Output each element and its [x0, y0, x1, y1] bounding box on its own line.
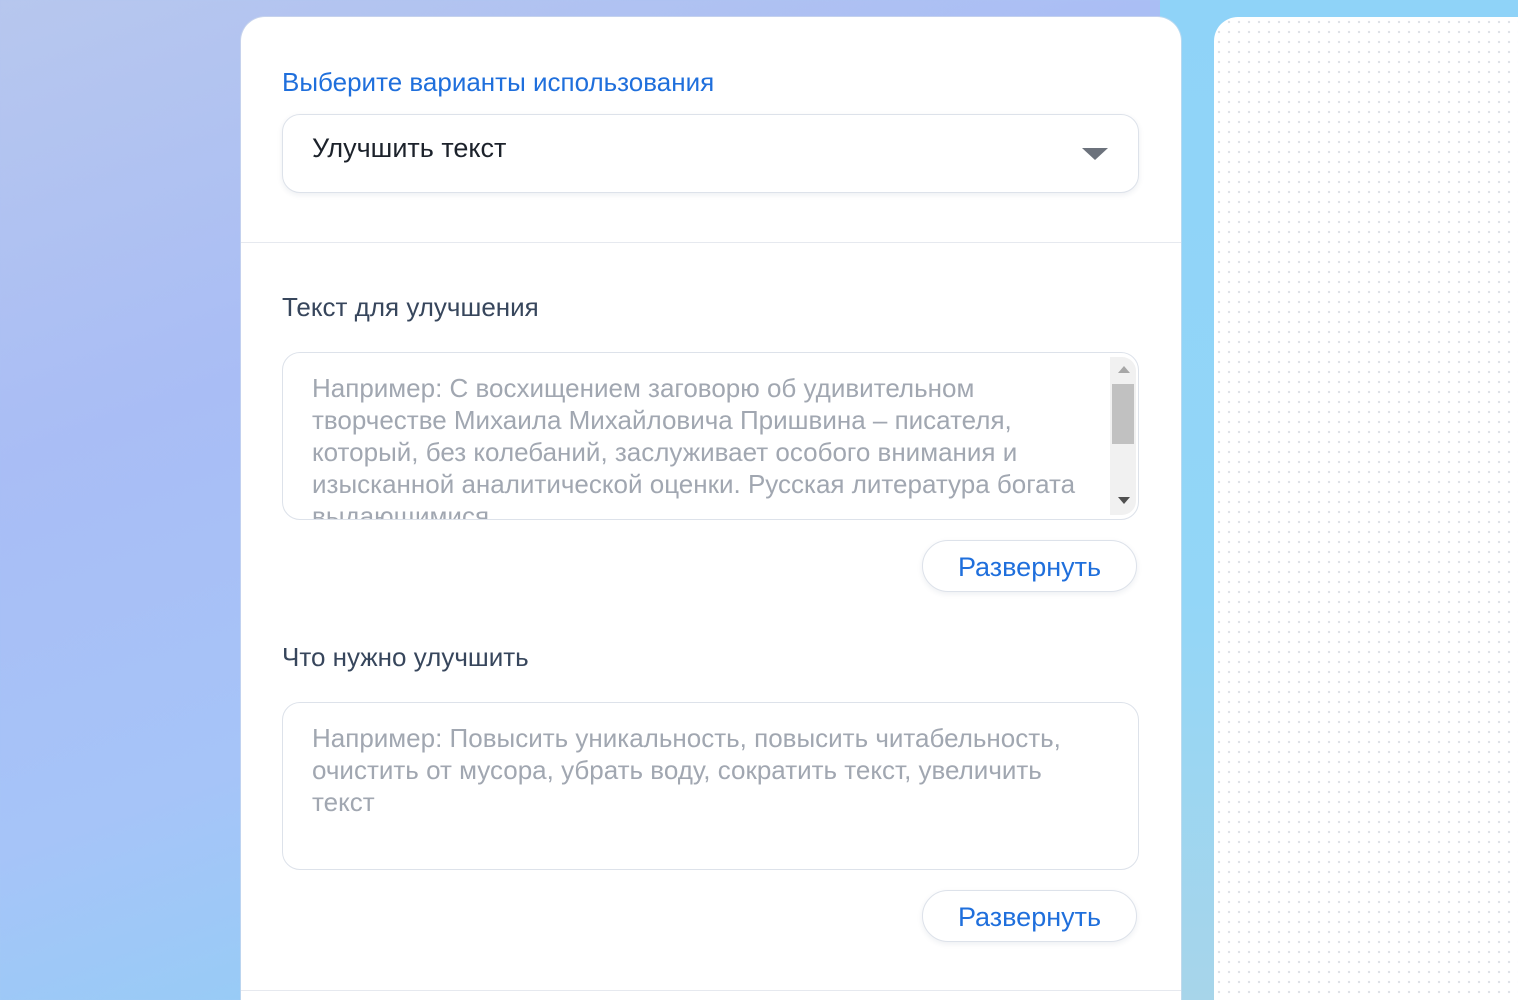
usecase-label: Выберите варианты использования [282, 67, 715, 97]
scroll-up-arrow-icon[interactable] [1118, 366, 1130, 373]
usecase-select[interactable]: Улучшить текст [282, 114, 1139, 193]
scroll-thumb[interactable] [1112, 384, 1134, 444]
section-divider [241, 990, 1181, 991]
usecase-select-value: Улучшить текст [312, 133, 507, 163]
improvement-goal-label: Что нужно улучшить [282, 642, 529, 672]
chevron-down-icon [1082, 148, 1108, 160]
textarea-scrollbar[interactable] [1110, 357, 1136, 515]
expand-goal-button[interactable]: Развернуть [922, 890, 1137, 942]
text-to-improve-label: Текст для улучшения [282, 292, 539, 322]
improvement-goal-textarea[interactable]: Например: Повысить уникальность, повысит… [282, 702, 1139, 870]
expand-text-button[interactable]: Развернуть [922, 540, 1137, 592]
form-card: Выберите варианты использования Улучшить… [241, 17, 1181, 1000]
text-to-improve-placeholder: Например: С восхищением заговорю об удив… [312, 373, 1083, 520]
text-to-improve-textarea[interactable]: Например: С восхищением заговорю об удив… [282, 352, 1139, 520]
improvement-goal-placeholder: Например: Повысить уникальность, повысит… [312, 723, 1069, 817]
usecase-section: Выберите варианты использования Улучшить… [241, 17, 1181, 243]
result-panel [1214, 17, 1518, 1000]
scroll-down-arrow-icon[interactable] [1118, 497, 1130, 504]
